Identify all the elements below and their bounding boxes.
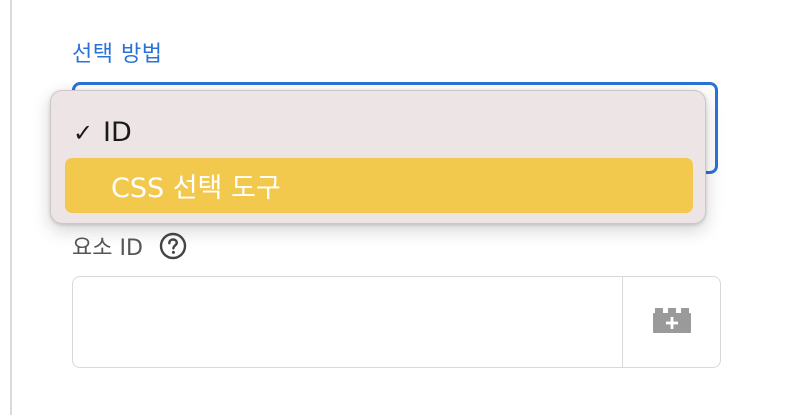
- checkmark-icon: ✓: [73, 118, 94, 147]
- page: 선택 방법 ✓ ID CSS 선택 도구 요소 ID: [0, 0, 807, 415]
- element-picker-button[interactable]: [622, 277, 720, 367]
- selection-method-label: 선택 방법: [72, 42, 163, 67]
- dropdown-option-id[interactable]: ✓ ID: [65, 105, 693, 160]
- left-divider: [10, 0, 12, 415]
- element-id-input[interactable]: [73, 277, 622, 367]
- question-circle-icon[interactable]: [159, 232, 187, 260]
- element-picker-add-icon: [652, 306, 692, 338]
- dropdown-option-label: ID: [103, 117, 132, 148]
- element-id-input-group: [72, 276, 721, 368]
- dropdown-option-label: CSS 선택 도구: [111, 173, 281, 204]
- element-id-label: 요소 ID: [72, 236, 143, 261]
- element-id-label-row: 요소 ID: [72, 230, 187, 262]
- dropdown-option-css-selector[interactable]: CSS 선택 도구: [65, 158, 693, 213]
- selection-method-dropdown: ✓ ID CSS 선택 도구: [50, 90, 706, 224]
